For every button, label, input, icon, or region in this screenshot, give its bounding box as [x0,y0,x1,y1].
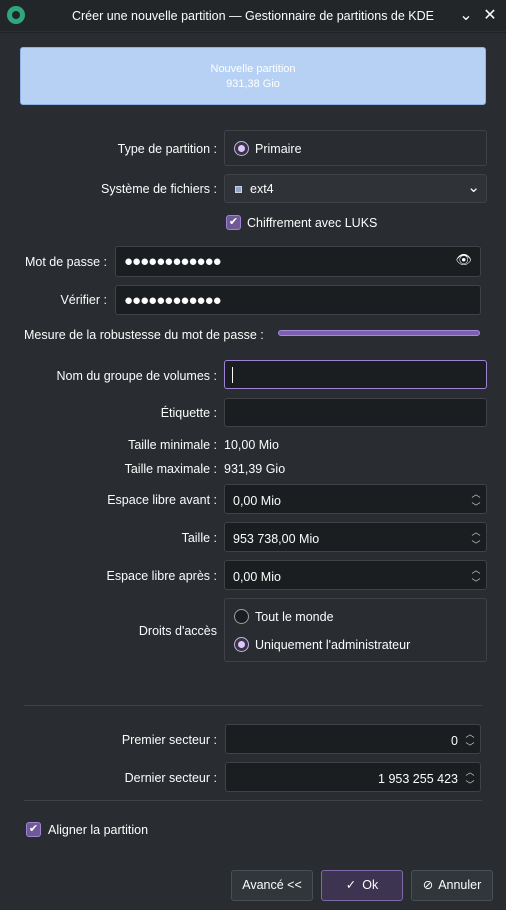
free-before-spinbox[interactable]: 0,00 Mio ︿ ﹀ [224,484,487,514]
partition-type-primary-label: Primaire [255,142,302,156]
spin-arrows-icon[interactable]: ︿ ﹀ [465,766,475,796]
luks-checkbox[interactable]: ✔ [226,215,241,230]
spin-arrows-icon[interactable]: ︿ ﹀ [471,564,481,594]
access-rights-group: Tout le monde Uniquement l'administrateu… [224,598,487,662]
cancel-button[interactable]: ⊘ Annuler [411,870,493,901]
close-icon[interactable]: ✕ [481,7,499,25]
luks-label: Chiffrement avec LUKS [247,216,378,230]
free-before-label: Espace libre avant : [107,493,217,507]
filesystem-value: ext4 [250,182,274,196]
last-sector-label: Dernier secteur : [124,771,217,785]
first-sector-label: Premier secteur : [121,733,217,747]
partition-preview[interactable]: Nouvelle partition 931,38 Gio [20,47,486,105]
spin-arrows-icon[interactable]: ︿ ﹀ [471,526,481,556]
filesystem-color-icon [235,186,242,193]
verify-value: ●●●●●●●●●●●● [124,292,222,309]
min-size-label: Taille minimale : [128,438,217,452]
ok-label: Ok [362,878,379,892]
last-sector-value: 1 953 255 423 [378,772,458,786]
size-spinbox[interactable]: 953 738,00 Mio ︿ ﹀ [224,522,487,552]
access-everyone-label: Tout le monde [255,610,334,624]
chevron-down-icon: ⌄ [467,179,480,196]
align-partition-label: Aligner la partition [48,823,149,837]
max-size-value: 931,39 Gio [224,462,286,476]
first-sector-spinbox[interactable]: 0 ︿ ﹀ [225,724,481,754]
access-everyone-radio[interactable] [234,609,249,624]
access-admin-label: Uniquement l'administrateur [255,638,411,652]
title-bar: Créer une nouvelle partition — Gestionna… [0,0,506,32]
size-value: 953 738,00 Mio [233,532,320,546]
align-partition-checkbox[interactable]: ✔ [26,822,41,837]
ok-button[interactable]: ✓ Ok [321,870,403,901]
free-after-value: 0,00 Mio [233,570,281,584]
max-size-label: Taille maximale : [124,462,217,476]
size-label: Taille : [181,531,217,545]
spin-arrows-icon[interactable]: ︿ ﹀ [465,728,475,758]
password-label: Mot de passe : [25,255,107,269]
password-value: ●●●●●●●●●●●● [124,253,222,270]
password-strength-meter [278,330,480,336]
free-after-label: Espace libre après : [106,569,217,583]
partition-type-group: Primaire [224,130,487,166]
filesystem-select[interactable]: ext4 ⌄ [224,174,487,203]
partition-label-input[interactable] [224,398,487,427]
text-cursor [232,367,233,383]
access-rights-label: Droits d'accès [138,624,217,638]
free-after-spinbox[interactable]: 0,00 Mio ︿ ﹀ [224,560,487,590]
password-input[interactable]: ●●●●●●●●●●●● 👁 [115,246,481,277]
preview-partition-size: 931,38 Gio [226,78,280,90]
free-before-value: 0,00 Mio [233,494,281,508]
min-size-value: 10,00 Mio [224,438,279,452]
advanced-button[interactable]: Avancé << [231,870,313,901]
separator [24,800,482,801]
first-sector-value: 0 [451,734,458,748]
verify-input[interactable]: ●●●●●●●●●●●● [115,285,481,315]
preview-partition-name: Nouvelle partition [210,63,296,75]
partition-type-primary-radio[interactable] [234,141,249,156]
separator [24,705,482,706]
cancel-icon: ⊘ [422,878,434,892]
volume-group-input[interactable] [224,360,487,389]
partition-label-label: Étiquette : [160,406,217,420]
volume-group-label: Nom du groupe de volumes : [56,369,217,383]
window-title: Créer une nouvelle partition — Gestionna… [71,9,434,23]
checkmark-icon: ✓ [345,878,357,892]
filesystem-label: Système de fichiers : [100,182,217,196]
partition-type-label: Type de partition : [117,142,217,156]
last-sector-spinbox[interactable]: 1 953 255 423 ︿ ﹀ [225,762,481,792]
chevron-down-icon[interactable]: ⌄ [457,7,475,25]
access-admin-radio[interactable] [234,637,249,652]
spin-arrows-icon[interactable]: ︿ ﹀ [471,488,481,518]
password-strength-label: Mesure de la robustesse du mot de passe … [24,328,264,342]
eye-icon[interactable]: 👁 [455,252,472,268]
verify-label: Vérifier : [60,293,107,307]
cancel-label: Annuler [438,878,482,892]
